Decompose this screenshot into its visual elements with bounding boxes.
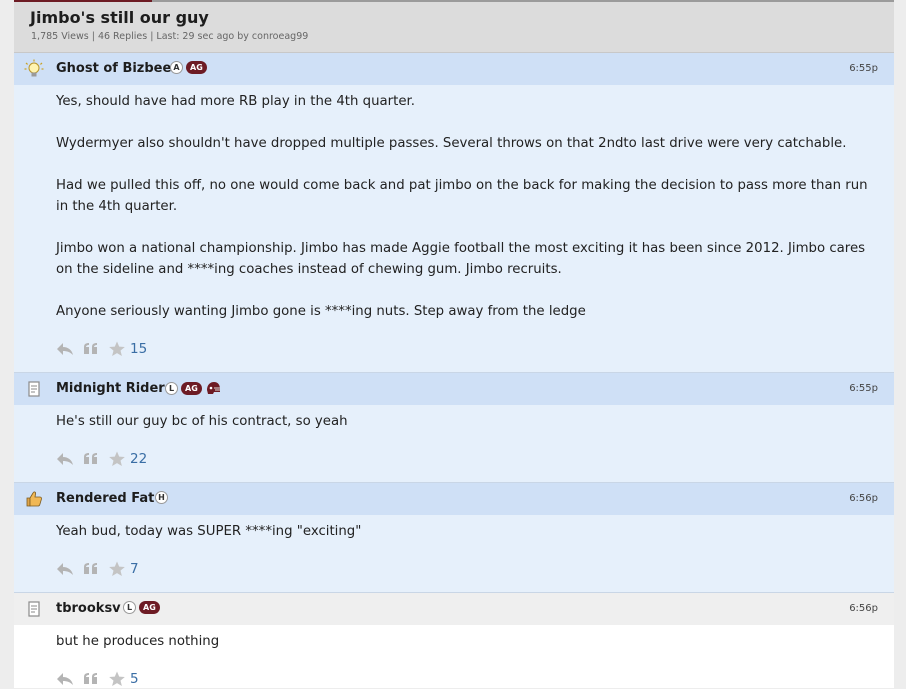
quote-icon[interactable]: [82, 561, 100, 577]
star-icon[interactable]: [108, 451, 126, 467]
badge-l: L: [123, 601, 136, 614]
post-body: Yeah bud, today was SUPER ****ing "excit…: [56, 521, 876, 542]
username[interactable]: Midnight Rider: [56, 381, 165, 396]
post: Midnight Rider L AG 6:55p He's still our…: [14, 373, 894, 483]
thread-header: Jimbo's still our guy 1,785 Views | 46 R…: [14, 2, 894, 53]
user-badges: H: [155, 491, 168, 504]
post-header: tbrooksv L AG 6:56p: [14, 593, 894, 625]
helmet-icon: [206, 382, 220, 394]
post-paragraph: but he produces nothing: [56, 634, 220, 649]
post-paragraph: Yeah bud, today was SUPER ****ing "excit…: [56, 524, 362, 539]
post-paragraph: Jimbo won a national championship. Jimbo…: [56, 241, 866, 277]
star-icon[interactable]: [108, 341, 126, 357]
username[interactable]: Rendered Fat: [56, 491, 154, 506]
reply-icon[interactable]: [56, 671, 74, 687]
post-actions: 5: [56, 669, 139, 689]
post-header: Rendered Fat H 6:56p: [14, 483, 894, 515]
thread-meta: 1,785 Views | 46 Replies | Last: 29 sec …: [31, 31, 309, 42]
reply-icon[interactable]: [56, 561, 74, 577]
post-paragraph: Anyone seriously wanting Jimbo gone is *…: [56, 304, 586, 319]
post-paragraph: He's still our guy bc of his contract, s…: [56, 414, 348, 429]
badge-ag: AG: [181, 381, 202, 395]
username[interactable]: Ghost of Bizbee: [56, 61, 171, 76]
post-time: 6:56p: [849, 603, 878, 614]
lightbulb-icon: [24, 59, 44, 77]
post-actions: 22: [56, 449, 147, 469]
badge-ag: AG: [186, 61, 207, 74]
star-icon[interactable]: [108, 671, 126, 687]
badge-l: L: [165, 381, 178, 395]
quote-icon[interactable]: [82, 341, 100, 357]
post-time: 6:55p: [849, 383, 878, 394]
reply-icon[interactable]: [56, 451, 74, 467]
user-badges: L AG: [165, 381, 221, 395]
forum-thread: Jimbo's still our guy 1,785 Views | 46 R…: [14, 0, 894, 688]
user-badges: L AG: [123, 601, 160, 614]
post-time: 6:56p: [849, 493, 878, 504]
post-body: He's still our guy bc of his contract, s…: [56, 411, 876, 432]
star-count: 15: [130, 341, 148, 357]
post-paragraph: Wydermyer also shouldn't have dropped mu…: [56, 136, 847, 151]
post-body: but he produces nothing: [56, 631, 876, 652]
badge-h: H: [155, 491, 168, 504]
star-icon[interactable]: [108, 561, 126, 577]
post-header: Midnight Rider L AG 6:55p: [14, 373, 894, 405]
post-body: Yes, should have had more RB play in the…: [56, 91, 876, 322]
post: Ghost of Bizbee A AG 6:55p Yes, should h…: [14, 53, 894, 373]
reply-icon[interactable]: [56, 341, 74, 357]
post-actions: 15: [56, 339, 147, 359]
quote-icon[interactable]: [82, 451, 100, 467]
notepad-icon: [28, 381, 40, 397]
star-count: 22: [130, 451, 148, 467]
thread-title: Jimbo's still our guy: [30, 8, 209, 27]
badge-ag: AG: [139, 601, 160, 614]
post-time: 6:55p: [849, 63, 878, 74]
notepad-icon: [28, 601, 40, 617]
thumbs-up-icon: [26, 491, 42, 507]
badge-a: A: [170, 61, 183, 74]
post-paragraph: Had we pulled this off, no one would com…: [56, 178, 868, 214]
post: Rendered Fat H 6:56p Yeah bud, today was…: [14, 483, 894, 593]
post-paragraph: Yes, should have had more RB play in the…: [56, 94, 416, 109]
post: tbrooksv L AG 6:56p but he produces noth…: [14, 593, 894, 688]
username[interactable]: tbrooksv: [56, 601, 121, 616]
star-count: 5: [130, 671, 139, 687]
user-badges: A AG: [170, 61, 207, 74]
post-header: Ghost of Bizbee A AG 6:55p: [14, 53, 894, 85]
post-actions: 7: [56, 559, 139, 579]
quote-icon[interactable]: [82, 671, 100, 687]
star-count: 7: [130, 561, 139, 577]
